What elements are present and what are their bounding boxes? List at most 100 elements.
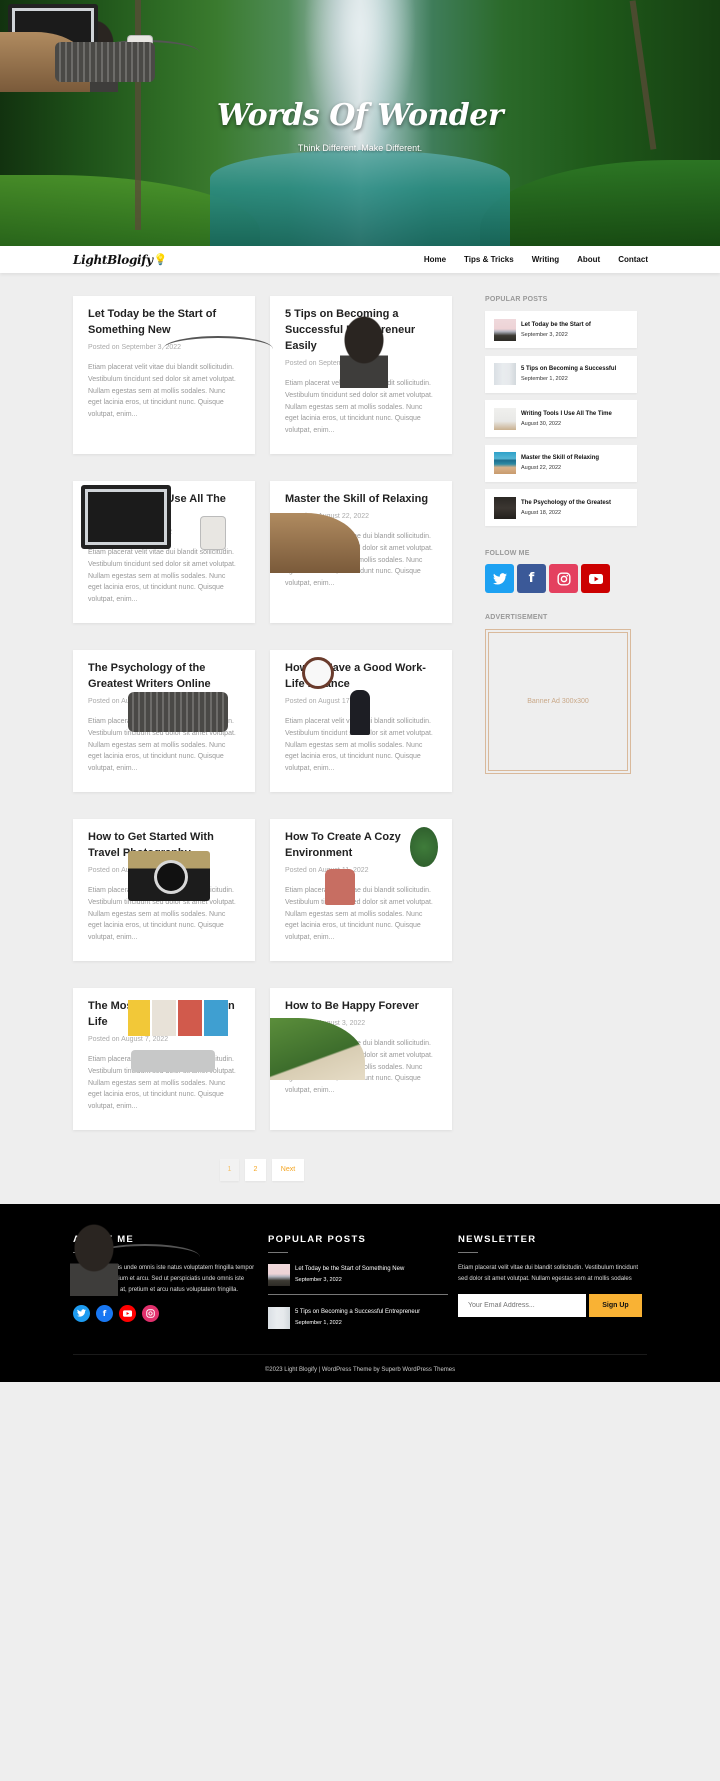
lightbulb-icon: 💡 bbox=[153, 253, 168, 266]
sign-up-button[interactable]: Sign Up bbox=[589, 1293, 642, 1317]
post-card: How to Get Started With Travel Photograp… bbox=[73, 818, 255, 961]
popular-post-date: August 22, 2022 bbox=[521, 465, 562, 471]
footer-popular-post[interactable]: 5 Tips on Becoming a Successful Entrepre… bbox=[268, 1293, 448, 1337]
hero-bg-lake bbox=[210, 150, 510, 246]
nav-item-tips-tricks[interactable]: Tips & Tricks bbox=[464, 255, 514, 264]
page-1-button[interactable]: 1 bbox=[220, 1158, 239, 1181]
page-2-button[interactable]: 2 bbox=[245, 1158, 266, 1181]
popular-post-item[interactable]: Master the Skill of Relaxing August 22, … bbox=[485, 444, 637, 482]
footer-twitter-link[interactable] bbox=[73, 1304, 90, 1322]
heading-underline bbox=[458, 1251, 478, 1253]
popular-post-date: August 18, 2022 bbox=[521, 509, 562, 516]
logo-text: LightBlogify bbox=[73, 252, 153, 267]
popular-post-date: August 30, 2022 bbox=[521, 420, 562, 427]
post-card: How to Be Happy Forever Posted on August… bbox=[270, 987, 452, 1130]
post-excerpt: Etiam placerat velit vitae dui blandit s… bbox=[88, 548, 236, 604]
post-card: The Most Important Skills In Life Posted… bbox=[73, 987, 255, 1130]
post-title[interactable]: How to Be Happy Forever bbox=[285, 1000, 419, 1012]
facebook-icon: f bbox=[528, 571, 535, 586]
footer-youtube-link[interactable] bbox=[119, 1304, 136, 1322]
post-card: The Psychology of the Greatest Writers O… bbox=[73, 649, 255, 792]
nav-item-home[interactable]: Home bbox=[424, 255, 446, 264]
youtube-icon bbox=[588, 573, 603, 584]
social-buttons: f bbox=[485, 564, 637, 593]
follow-me-heading: FOLLOW ME bbox=[485, 550, 530, 557]
popular-post-date: September 3, 2022 bbox=[521, 331, 568, 338]
site-logo[interactable]: LightBlogify 💡 bbox=[73, 252, 168, 267]
newsletter-text: Etiam placerat velit vitae dui blandit s… bbox=[458, 1264, 639, 1282]
popular-post-title: Writing Tools I Use All The Time bbox=[521, 410, 612, 417]
post-card: Let Today be the Start of Something New … bbox=[73, 296, 255, 454]
popular-post-thumbnail bbox=[494, 407, 516, 430]
popular-post-title: Let Today be the Start of bbox=[521, 321, 591, 328]
post-card: Master the Skill of Relaxing Posted on A… bbox=[270, 480, 452, 623]
nav-item-writing[interactable]: Writing bbox=[532, 255, 559, 264]
popular-post-item[interactable]: Let Today be the Start of September 3, 2… bbox=[485, 311, 637, 348]
site-title[interactable]: Words Of Wonder bbox=[0, 98, 720, 133]
site-footer: ABOUT ME Sed ut perspiciatis unde omnis … bbox=[0, 1203, 720, 1382]
popular-post-thumbnail bbox=[494, 496, 516, 519]
footer-popular-posts: POPULAR POSTS Let Today be the Start of … bbox=[268, 1234, 448, 1337]
newsletter-form: Sign Up bbox=[458, 1293, 643, 1317]
footer-popular-title: 5 Tips on Becoming a Successful Entrepre… bbox=[295, 1309, 421, 1316]
banner-ad[interactable]: Banner Ad 300x300 bbox=[485, 629, 631, 774]
instagram-icon bbox=[556, 571, 571, 586]
popular-post-title: 5 Tips on Becoming a Successful bbox=[521, 366, 617, 372]
footer-newsletter: NEWSLETTER Etiam placerat velit vitae du… bbox=[458, 1234, 643, 1337]
main-navbar: LightBlogify 💡 Home Tips & Tricks Writin… bbox=[0, 246, 720, 273]
footer-social-links: f bbox=[73, 1304, 258, 1322]
footer-instagram-link[interactable] bbox=[142, 1304, 159, 1322]
facebook-icon: f bbox=[102, 1308, 107, 1318]
nav-item-contact[interactable]: Contact bbox=[618, 255, 648, 264]
popular-post-thumbnail bbox=[494, 318, 516, 341]
footer-facebook-link[interactable]: f bbox=[96, 1304, 113, 1322]
post-grid: Let Today be the Start of Something New … bbox=[73, 296, 452, 1130]
post-date: Posted on August 7, 2022 bbox=[88, 1035, 169, 1043]
popular-posts-heading: POPULAR POSTS bbox=[485, 296, 548, 303]
twitter-icon bbox=[77, 1309, 86, 1317]
post-date: Posted on August 11, 2022 bbox=[285, 866, 369, 874]
next-page-button[interactable]: Next bbox=[272, 1158, 304, 1181]
footer-popular-post[interactable]: Let Today be the Start of Something New … bbox=[268, 1253, 448, 1294]
popular-posts-list: Let Today be the Start of September 3, 2… bbox=[485, 311, 637, 526]
follow-widget: FOLLOW ME f bbox=[485, 550, 637, 593]
advertisement-heading: ADVERTISEMENT bbox=[485, 614, 548, 621]
main-content: Let Today be the Start of Something New … bbox=[0, 273, 720, 1130]
post-title[interactable]: Let Today be the Start of Something New bbox=[88, 308, 216, 336]
newsletter-heading: NEWSLETTER bbox=[458, 1233, 537, 1245]
youtube-icon bbox=[123, 1310, 132, 1317]
email-input[interactable] bbox=[458, 1293, 586, 1317]
post-excerpt: Etiam placerat velit vitae dui blandit s… bbox=[285, 886, 433, 942]
popular-post-thumbnail bbox=[494, 363, 516, 385]
youtube-button[interactable] bbox=[581, 564, 610, 593]
nav-menu: Home Tips & Tricks Writing About Contact bbox=[406, 255, 648, 264]
footer-popular-thumbnail bbox=[268, 1263, 290, 1286]
popular-post-item[interactable]: Writing Tools I Use All The Time August … bbox=[485, 400, 637, 437]
nav-item-about[interactable]: About bbox=[577, 255, 600, 264]
popular-post-item[interactable]: The Psychology of the Greatest August 18… bbox=[485, 489, 637, 526]
post-title[interactable]: How To Create A Cozy Environment bbox=[285, 831, 401, 859]
copyright-text: ©2023 Light Blogify | WordPress Theme by… bbox=[264, 1366, 456, 1373]
instagram-icon bbox=[146, 1309, 155, 1318]
twitter-button[interactable] bbox=[485, 564, 514, 593]
hero-bg-grass-right bbox=[480, 160, 720, 246]
post-card: Writing Tools I Use All The Time Posted … bbox=[73, 480, 255, 623]
popular-post-thumbnail bbox=[494, 452, 516, 474]
popular-post-title: The Psychology of the Greatest bbox=[521, 499, 612, 506]
popular-post-date: September 1, 2022 bbox=[521, 376, 568, 382]
copyright-bar: ©2023 Light Blogify | WordPress Theme by… bbox=[73, 1353, 647, 1373]
sidebar: POPULAR POSTS Let Today be the Start of … bbox=[485, 296, 637, 1130]
popular-post-item[interactable]: 5 Tips on Becoming a Successful Septembe… bbox=[485, 355, 637, 393]
site-tagline: Think Different. Make Different. bbox=[297, 143, 423, 153]
post-title[interactable]: Master the Skill of Relaxing bbox=[285, 493, 428, 505]
footer-popular-heading: POPULAR POSTS bbox=[268, 1233, 367, 1245]
instagram-button[interactable] bbox=[549, 564, 578, 593]
twitter-icon bbox=[492, 572, 507, 585]
footer-popular-thumbnail bbox=[268, 1306, 290, 1329]
advertisement-widget: ADVERTISEMENT Banner Ad 300x300 bbox=[485, 614, 637, 774]
facebook-button[interactable]: f bbox=[517, 564, 546, 593]
popular-post-title: Master the Skill of Relaxing bbox=[521, 455, 600, 461]
post-card: How to Have a Good Work-Life Balance Pos… bbox=[270, 649, 452, 792]
post-card: 5 Tips on Becoming a Successful Entrepre… bbox=[270, 296, 452, 454]
post-title[interactable]: The Psychology of the Greatest Writers O… bbox=[88, 662, 211, 690]
